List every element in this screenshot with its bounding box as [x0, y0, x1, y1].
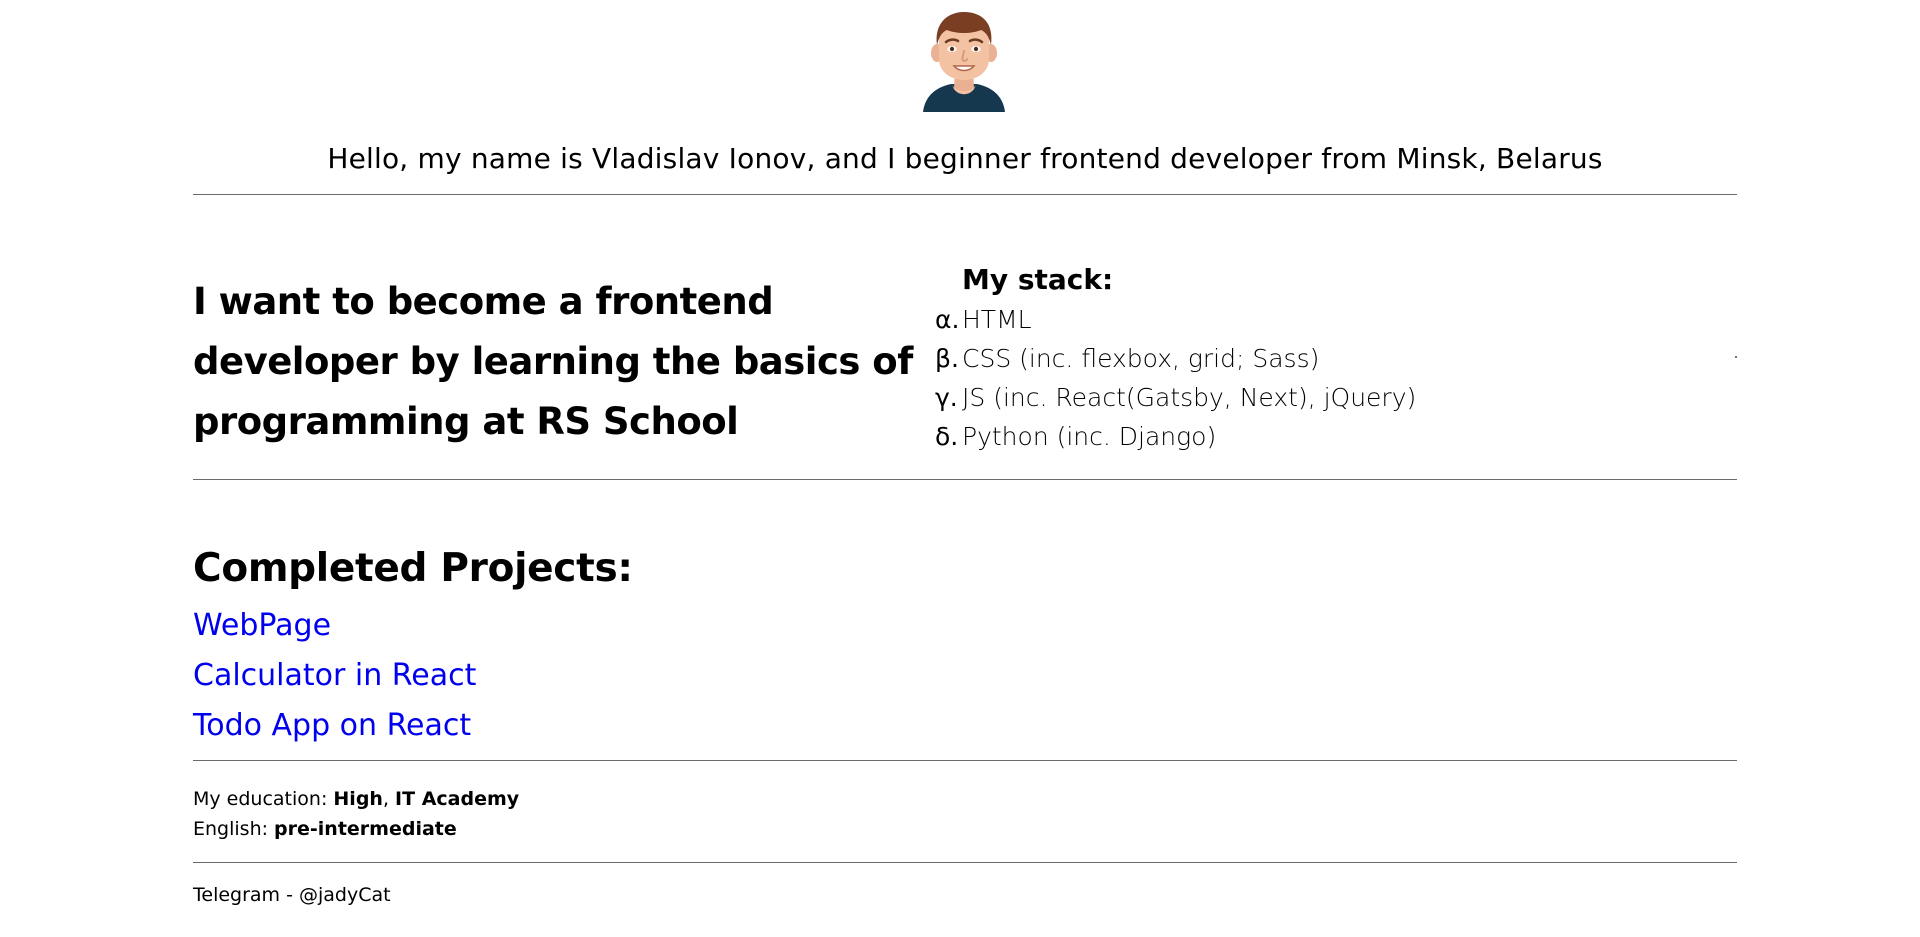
english-label: English:	[193, 818, 275, 840]
divider	[193, 479, 1737, 480]
list-marker: δ.	[935, 422, 959, 451]
list-item: WebPage	[193, 603, 476, 653]
list-item: Calculator in React	[193, 653, 476, 703]
education-line: My education: High, IT Academy	[193, 784, 519, 814]
education-level: High	[333, 788, 383, 810]
projects-title: Completed Projects:	[193, 546, 633, 591]
education-block: My education: High, IT Academy English: …	[193, 784, 519, 844]
project-link-webpage[interactable]: WebPage	[193, 608, 331, 643]
list-item: Todo App on React	[193, 703, 476, 753]
stack-item-label: HTML	[962, 305, 1032, 334]
divider	[193, 862, 1737, 863]
stack-item-html: α. HTML	[935, 300, 1695, 339]
decorative-dot	[1735, 356, 1737, 358]
education-separator: ,	[382, 788, 396, 810]
project-link-todo-app[interactable]: Todo App on React	[193, 708, 471, 743]
education-label: My education:	[193, 788, 334, 810]
stack-item-css: β. CSS (inc. flexbox, grid; Sass)	[935, 339, 1695, 378]
stack-item-label: JS (inc. React(Gatsby, Next), jQuery)	[962, 383, 1417, 412]
stack-title: My stack:	[962, 263, 1114, 296]
education-school: IT Academy	[395, 788, 520, 810]
stack-item-js: γ. JS (inc. React(Gatsby, Next), jQuery)	[935, 378, 1695, 417]
avatar-image	[923, 12, 1005, 112]
list-marker: β.	[935, 344, 959, 373]
stack-list: α. HTML β. CSS (inc. flexbox, grid; Sass) …	[935, 300, 1695, 456]
english-level: pre-intermediate	[274, 818, 457, 840]
project-link-calculator[interactable]: Calculator in React	[193, 658, 476, 693]
divider	[193, 760, 1737, 761]
list-marker: α.	[935, 305, 960, 334]
goal-heading: I want to become a frontend developer by…	[193, 280, 913, 443]
contact-telegram: Telegram - @jadyCat	[193, 884, 391, 906]
divider	[193, 194, 1737, 195]
stack-item-label: CSS (inc. flexbox, grid; Sass)	[962, 344, 1320, 373]
avatar	[919, 9, 1009, 112]
list-marker: γ.	[935, 383, 958, 412]
intro-text: Hello, my name is Vladislav Ionov, and I…	[327, 142, 1603, 175]
projects-list: WebPage Calculator in React Todo App on …	[193, 603, 476, 753]
stack-item-python: δ. Python (inc. Django)	[935, 417, 1695, 456]
stack-section: My stack: α. HTML β. CSS (inc. flexbox, gr…	[935, 260, 1695, 456]
page: Hello, my name is Vladislav Ionov, and I…	[0, 0, 1920, 937]
stack-item-label: Python (inc. Django)	[962, 422, 1217, 451]
english-line: English: pre-intermediate	[193, 814, 519, 844]
